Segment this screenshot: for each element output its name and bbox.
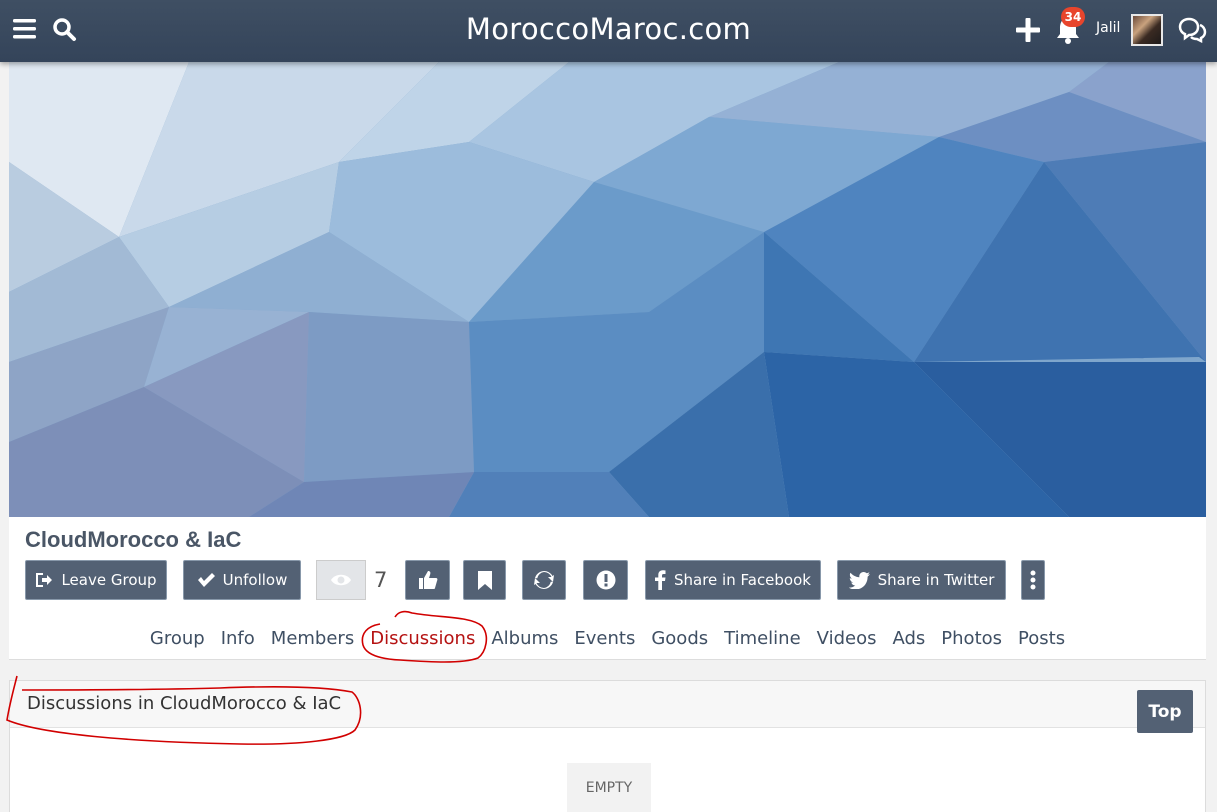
- empty-state: EMPTY: [567, 763, 651, 812]
- unfollow-button[interactable]: Unfollow: [183, 560, 301, 600]
- tab-albums[interactable]: Albums: [491, 628, 558, 654]
- share-facebook-button[interactable]: Share in Facebook: [645, 560, 821, 600]
- tab-info[interactable]: Info: [221, 628, 255, 654]
- group-card: CloudMorocco & IaC Leave Group Unfollow …: [9, 62, 1206, 660]
- share-twitter-button[interactable]: Share in Twitter: [837, 560, 1006, 600]
- refresh-button[interactable]: [522, 560, 566, 600]
- group-tabs: Group Info Members Discussions Albums Ev…: [9, 628, 1206, 654]
- tab-videos[interactable]: Videos: [817, 628, 877, 654]
- tab-events[interactable]: Events: [574, 628, 635, 654]
- chat-icon[interactable]: [1177, 17, 1207, 47]
- bookmark-icon: [477, 570, 492, 590]
- tab-ads[interactable]: Ads: [892, 628, 925, 654]
- group-title: CloudMorocco & IaC: [25, 527, 242, 552]
- unfollow-label: Unfollow: [222, 571, 288, 589]
- sign-out-icon: [36, 573, 53, 587]
- exclamation-icon: [596, 570, 615, 590]
- discussions-heading: Discussions in CloudMorocco & IaC: [10, 681, 1205, 728]
- notification-badge[interactable]: 34: [1061, 7, 1085, 27]
- avatar[interactable]: [1131, 14, 1163, 46]
- leave-group-label: Leave Group: [61, 571, 157, 589]
- bookmark-button[interactable]: [463, 560, 506, 600]
- share-twitter-label: Share in Twitter: [877, 571, 995, 589]
- plus-icon[interactable]: [1016, 18, 1040, 46]
- tab-photos[interactable]: Photos: [941, 628, 1002, 654]
- tab-group[interactable]: Group: [150, 628, 205, 654]
- refresh-icon: [534, 571, 554, 589]
- share-facebook-label: Share in Facebook: [674, 571, 811, 589]
- facebook-icon: [655, 570, 666, 590]
- discussions-panel: Discussions in CloudMorocco & IaC EMPTY: [9, 680, 1206, 812]
- vertical-dots-icon: [1030, 570, 1036, 590]
- report-button[interactable]: [583, 560, 628, 600]
- tab-discussions[interactable]: Discussions: [370, 628, 475, 654]
- view-count: 7: [374, 568, 388, 592]
- like-button[interactable]: [405, 560, 450, 600]
- tab-goods[interactable]: Goods: [651, 628, 708, 654]
- views-indicator: [316, 560, 366, 600]
- leave-group-button[interactable]: Leave Group: [25, 560, 167, 600]
- tab-timeline[interactable]: Timeline: [724, 628, 801, 654]
- twitter-icon: [848, 571, 870, 589]
- thumbs-up-icon: [418, 571, 437, 589]
- top-navbar: MoroccoMaroc.com 34 Jalil: [0, 0, 1217, 62]
- user-name[interactable]: Jalil: [1096, 20, 1120, 36]
- tab-posts[interactable]: Posts: [1018, 628, 1065, 654]
- tab-members[interactable]: Members: [271, 628, 354, 654]
- more-options-button[interactable]: [1021, 560, 1045, 600]
- cover-image: [9, 62, 1206, 517]
- check-icon: [197, 573, 215, 587]
- scroll-top-button[interactable]: Top: [1137, 690, 1193, 733]
- eye-icon: [331, 574, 351, 586]
